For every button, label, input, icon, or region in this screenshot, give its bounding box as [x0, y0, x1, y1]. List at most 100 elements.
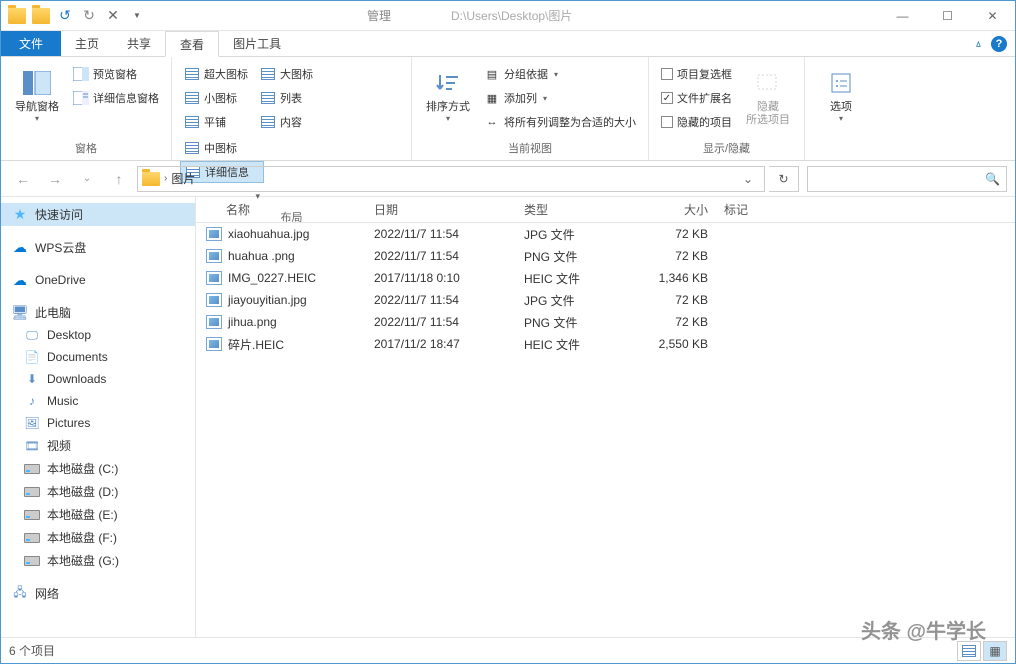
sidebar-item-this-pc[interactable]: 🖥此电脑 [1, 301, 195, 324]
sidebar-item-downloads[interactable]: ⬇Downloads [1, 368, 195, 390]
column-type[interactable]: 类型 [516, 201, 636, 218]
view-medium[interactable]: 中图标 [180, 137, 264, 159]
undo-icon[interactable]: ↺ [55, 6, 75, 26]
sidebar-item-onedrive[interactable]: ☁OneDrive [1, 269, 195, 291]
file-name: xiaohuahua.jpg [228, 227, 309, 241]
file-icon [206, 293, 222, 307]
view-large[interactable]: 大图标 [256, 63, 320, 85]
breadcrumb-segment[interactable]: 图片 [171, 170, 195, 187]
window-title-path: D:\Users\Desktop\图片 [451, 7, 572, 24]
refresh-button[interactable]: ↻ [769, 166, 799, 192]
preview-pane-button[interactable]: 预览窗格 [69, 63, 163, 85]
tab-share[interactable]: 共享 [113, 31, 165, 56]
file-date: 2022/11/7 11:54 [366, 315, 516, 329]
redo-icon[interactable]: ↻ [79, 6, 99, 26]
file-row[interactable]: xiaohuahua.jpg 2022/11/7 11:54 JPG 文件 72… [196, 223, 1015, 245]
hidden-items-toggle[interactable]: 隐藏的项目 [657, 111, 736, 133]
sidebar-item-drive-d[interactable]: 本地磁盘 (D:) [1, 480, 195, 503]
view-content[interactable]: 内容 [256, 111, 320, 133]
file-type: JPG 文件 [516, 226, 636, 243]
ribbon-group-current-view: 排序方式 ▾ ▤分组依据▾ ▦添加列▾ ↔将所有列调整为合适的大小 当前视图 [412, 57, 649, 160]
recent-dropdown[interactable]: ⌄ [73, 165, 101, 193]
file-extensions-toggle[interactable]: 文件扩展名 [657, 87, 736, 109]
view-extra-large[interactable]: 超大图标 [180, 63, 252, 85]
ribbon-group-options: 选项 ▾ [805, 57, 877, 160]
item-checkboxes-toggle[interactable]: 项目复选框 [657, 63, 736, 85]
drive-icon [24, 464, 40, 474]
file-icon [206, 337, 222, 351]
folder-select-icon[interactable] [31, 6, 51, 26]
navigation-pane-button[interactable]: 导航窗格 ▾ [9, 63, 65, 127]
maximize-button[interactable]: ☐ [925, 1, 970, 31]
minimize-button[interactable]: ― [880, 1, 925, 31]
ribbon-group-panes: 导航窗格 ▾ 预览窗格 详细信息窗格 窗格 [1, 57, 172, 160]
delete-icon[interactable]: ✕ [103, 6, 123, 26]
view-list[interactable]: 列表 [256, 87, 320, 109]
options-icon [825, 67, 857, 99]
menubar: 文件 主页 共享 查看 图片工具 ㅿ ? [1, 31, 1015, 57]
help-icon[interactable]: ? [991, 36, 1007, 52]
file-type: HEIC 文件 [516, 336, 636, 353]
chevron-right-icon[interactable]: › [164, 173, 167, 184]
details-pane-button[interactable]: 详细信息窗格 [69, 87, 163, 109]
drive-icon [24, 556, 40, 566]
file-name: jihua.png [228, 315, 277, 329]
sidebar-item-desktop[interactable]: 🖵Desktop [1, 324, 195, 346]
sidebar-item-drive-g[interactable]: 本地磁盘 (G:) [1, 549, 195, 572]
documents-icon: 📄 [23, 349, 41, 365]
view-small[interactable]: 小图标 [180, 87, 252, 109]
file-type: PNG 文件 [516, 314, 636, 331]
file-menu[interactable]: 文件 [1, 31, 61, 56]
sidebar-item-pictures[interactable]: 🖼Pictures [1, 412, 195, 434]
column-size[interactable]: 大小 [636, 201, 716, 218]
desktop-icon: 🖵 [23, 327, 41, 343]
sidebar-item-wps[interactable]: ☁WPS云盘 [1, 236, 195, 259]
pictures-icon: 🖼 [23, 415, 41, 431]
file-row[interactable]: IMG_0227.HEIC 2017/11/18 0:10 HEIC 文件 1,… [196, 267, 1015, 289]
onedrive-icon: ☁ [11, 272, 29, 288]
ribbon-collapse-icon[interactable]: ㅿ [974, 36, 983, 51]
up-button[interactable]: ↑ [105, 165, 133, 193]
sidebar-item-music[interactable]: ♪Music [1, 390, 195, 412]
file-row[interactable]: 碎片.HEIC 2017/11/2 18:47 HEIC 文件 2,550 KB [196, 333, 1015, 355]
sidebar-item-documents[interactable]: 📄Documents [1, 346, 195, 368]
file-row[interactable]: jiayouyitian.jpg 2022/11/7 11:54 JPG 文件 … [196, 289, 1015, 311]
forward-button[interactable]: → [41, 165, 69, 193]
column-name[interactable]: 名称 [196, 201, 366, 218]
file-size: 72 KB [636, 293, 716, 307]
file-row[interactable]: jihua.png 2022/11/7 11:54 PNG 文件 72 KB [196, 311, 1015, 333]
sidebar-item-quick-access[interactable]: ★快速访问 [1, 203, 195, 226]
sidebar-item-video[interactable]: 🎞视频 [1, 434, 195, 457]
fit-columns-button[interactable]: ↔将所有列调整为合适的大小 [480, 111, 640, 133]
qat-dropdown-icon[interactable]: ▼ [127, 6, 147, 26]
add-columns-button[interactable]: ▦添加列▾ [480, 87, 640, 109]
view-large-toggle[interactable]: ▦ [983, 641, 1007, 661]
hide-selected-button[interactable]: 隐藏所选项目 [740, 63, 796, 131]
contextual-tab-manage[interactable]: 管理 [347, 3, 411, 28]
options-button[interactable]: 选项 ▾ [813, 63, 869, 127]
sidebar-item-drive-c[interactable]: 本地磁盘 (C:) [1, 457, 195, 480]
search-input[interactable]: 🔍 [807, 166, 1007, 192]
sort-by-button[interactable]: 排序方式 ▾ [420, 63, 476, 127]
tab-home[interactable]: 主页 [61, 31, 113, 56]
view-tiles[interactable]: 平铺 [180, 111, 252, 133]
file-size: 1,346 KB [636, 271, 716, 285]
sidebar-item-drive-e[interactable]: 本地磁盘 (E:) [1, 503, 195, 526]
file-name: huahua .png [228, 249, 295, 263]
address-bar[interactable]: › 图片 ⌄ [137, 166, 765, 192]
tab-view[interactable]: 查看 [165, 31, 219, 57]
pc-icon: 🖥 [11, 305, 29, 321]
nav-pane-icon [21, 67, 53, 99]
address-dropdown-icon[interactable]: ⌄ [736, 172, 760, 186]
file-row[interactable]: huahua .png 2022/11/7 11:54 PNG 文件 72 KB [196, 245, 1015, 267]
sidebar-item-drive-f[interactable]: 本地磁盘 (F:) [1, 526, 195, 549]
tab-picture-tools[interactable]: 图片工具 [219, 31, 295, 56]
close-button[interactable]: ✕ [970, 1, 1015, 31]
column-date[interactable]: 日期 [366, 201, 516, 218]
column-tag[interactable]: 标记 [716, 201, 796, 218]
back-button[interactable]: ← [9, 165, 37, 193]
file-size: 72 KB [636, 315, 716, 329]
sidebar-item-network[interactable]: 🖧网络 [1, 582, 195, 605]
file-list: 名称 日期 类型 大小 标记 xiaohuahua.jpg 2022/11/7 … [196, 197, 1015, 637]
group-by-button[interactable]: ▤分组依据▾ [480, 63, 640, 85]
